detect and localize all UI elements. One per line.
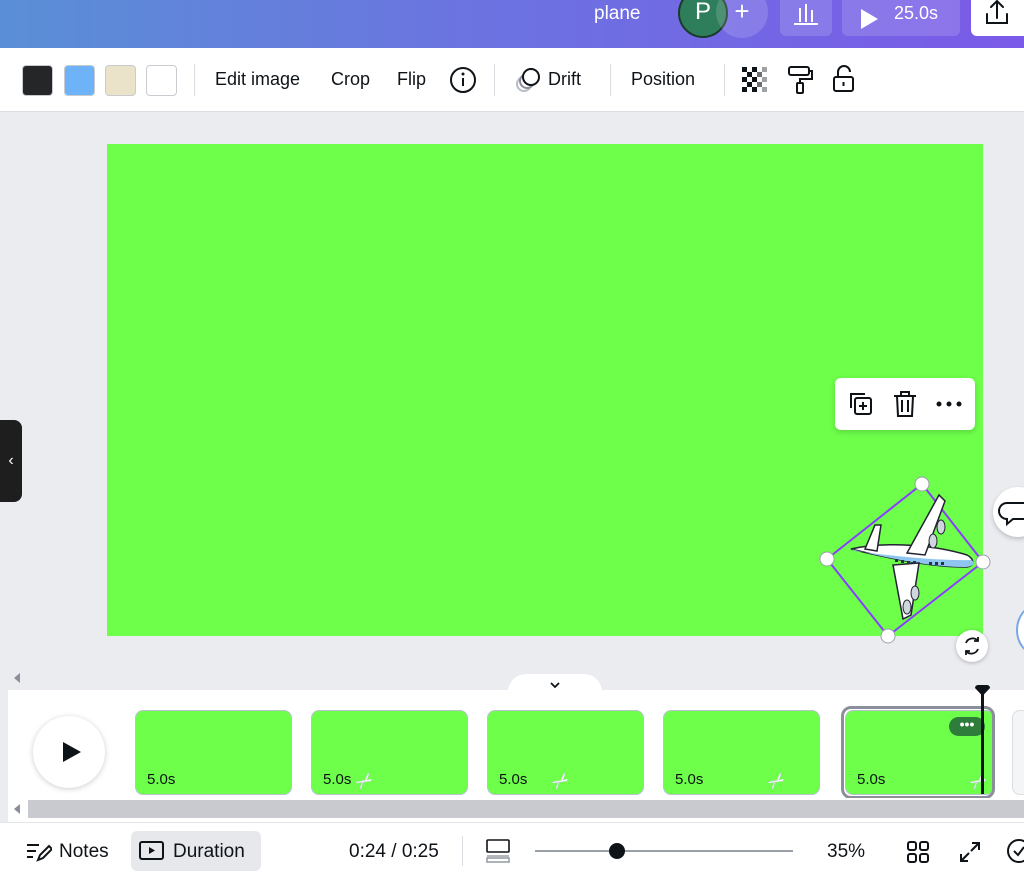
comment-button[interactable] [993,487,1024,537]
color-swatch-2[interactable] [64,65,95,96]
scroll-left-arrow-icon[interactable] [12,672,22,684]
playhead-marker-icon[interactable] [974,684,991,697]
next-clip-partial[interactable] [1012,710,1024,795]
airplane-icon [355,772,373,790]
clip-duration: 5.0s [675,771,704,788]
scroll-left-arrow-icon[interactable] [12,803,22,815]
check-circle-icon[interactable] [1006,838,1024,864]
duration-button[interactable]: Duration [131,831,261,871]
animate-icon[interactable] [513,65,543,95]
resize-handle-right[interactable] [975,554,991,570]
document-title[interactable]: plane [594,3,641,25]
comment-icon [998,502,1024,527]
resize-handle-top[interactable] [914,476,930,492]
total-duration-label: 25.0s [894,3,939,23]
resize-handle-bottom[interactable] [880,628,896,644]
airplane-icon [551,772,569,790]
more-options-icon[interactable] [935,400,963,408]
grid-view-icon[interactable] [906,840,930,864]
toolbar-divider [194,64,195,96]
edit-image-button[interactable]: Edit image [215,69,300,90]
element-context-menu [835,378,975,430]
paint-roller-icon[interactable] [786,65,814,95]
clip-duration: 5.0s [499,771,528,788]
crop-button[interactable]: Crop [331,69,370,90]
share-icon [986,0,1008,24]
playback-time: 0:24 / 0:25 [349,841,439,862]
timeline-play-button[interactable] [33,716,105,788]
airplane-graphic[interactable] [815,475,995,645]
toolbar-divider [494,64,495,96]
duration-label: Duration [173,841,245,862]
chevron-down-icon [550,682,560,689]
resize-handle-left[interactable] [819,551,835,567]
play-icon [63,742,81,762]
timeline-scroll-thumb[interactable] [28,800,1024,818]
fullscreen-icon[interactable] [958,840,982,864]
duplicate-icon[interactable] [848,391,874,417]
duration-icon [139,841,164,860]
timeline-toggle[interactable] [508,674,602,692]
clip-duration: 5.0s [323,771,352,788]
airplane-icon [850,493,974,621]
rotate-icon [965,637,979,655]
flip-button[interactable]: Flip [397,69,426,90]
transparency-icon[interactable] [742,67,770,95]
info-icon[interactable] [449,66,477,94]
clip-more-button[interactable]: ••• [949,717,985,736]
add-collaborator-button[interactable]: + [716,0,768,38]
clip-duration: 5.0s [147,771,176,788]
toolbar-divider [610,64,611,96]
zoom-slider-thumb[interactable] [609,843,625,859]
side-panel-collapse-handle[interactable]: ‹ [0,420,22,502]
unlock-icon[interactable] [831,64,857,94]
color-swatch-1[interactable] [22,65,53,96]
timeline-clip[interactable]: 5.0s [487,710,644,795]
animation-drift-button[interactable]: Drift [548,69,581,90]
rotate-button[interactable] [956,630,988,662]
color-swatch-3[interactable] [105,65,136,96]
footer-divider [462,836,463,866]
color-swatch-4[interactable] [146,65,177,96]
left-edge [0,112,8,692]
position-button[interactable]: Position [631,69,695,90]
notes-icon[interactable] [26,841,52,863]
top-header: plane P + 25.0s [0,0,1024,48]
timeline-clip[interactable]: 5.0s [311,710,468,795]
timeline-clip[interactable]: 5.0s [663,710,820,795]
bar-chart-icon [794,4,818,25]
timeline-clip[interactable]: 5.0s [135,710,292,795]
page-layout-icon[interactable] [485,838,511,864]
notes-button[interactable]: Notes [59,841,109,863]
zoom-slider[interactable] [535,850,793,852]
share-button[interactable] [971,0,1024,36]
editor-toolbar: Edit image Crop Flip Drift Position [0,48,1024,112]
insights-button[interactable] [780,0,832,36]
trash-icon[interactable] [892,390,918,418]
zoom-level[interactable]: 35% [827,841,865,863]
playhead[interactable] [981,694,984,794]
play-icon [861,9,878,29]
assistant-button[interactable] [1016,605,1024,655]
present-play-button[interactable]: 25.0s [842,0,960,36]
airplane-icon [767,772,785,790]
toolbar-divider [724,64,725,96]
